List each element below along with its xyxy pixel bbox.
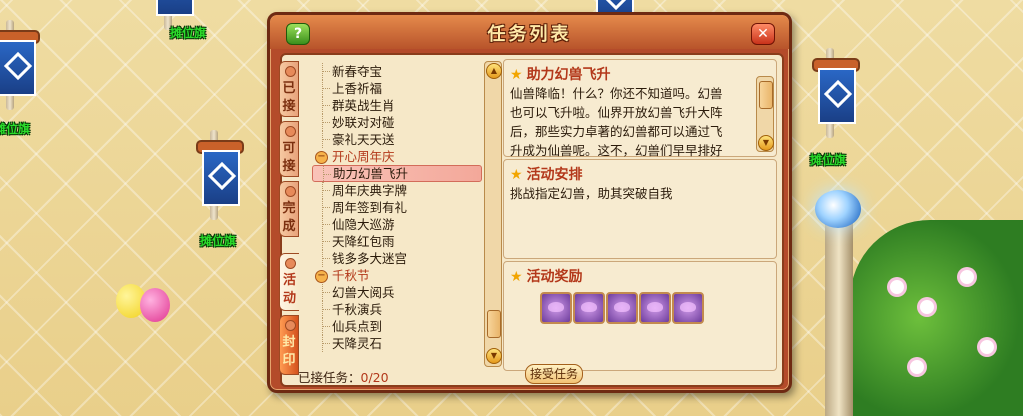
tab-label: 印 [282, 353, 296, 368]
category-label: 千秋节 [332, 268, 370, 283]
tab-seal[interactable]: 封 印 [279, 315, 299, 375]
stall-flag[interactable] [812, 48, 860, 148]
tab-available[interactable]: 可 接 [279, 121, 299, 177]
title-bar[interactable]: ? 任务列表 ✕ [270, 15, 789, 49]
tab-events[interactable]: 活 动 [279, 253, 299, 311]
tab-completed[interactable]: 完 成 [279, 181, 299, 237]
list-item[interactable]: 豪礼天天送 [312, 131, 482, 148]
accepted-count-label: 已接任务： [298, 370, 361, 385]
stall-label: 摊位旗 [170, 26, 207, 40]
list-item[interactable]: 新春夺宝 [312, 63, 482, 80]
tab-accepted[interactable]: 已 接 [279, 61, 299, 117]
reward-pet-egg-icon[interactable] [672, 292, 704, 324]
scroll-down-icon[interactable]: ▼ [758, 135, 774, 151]
stall-label: 摊位旗 [0, 122, 31, 136]
flower-icon [890, 280, 904, 294]
tab-dot-icon [285, 320, 296, 331]
arrangement-text: 挑战指定幻兽，助其突破自我 [510, 186, 673, 201]
scroll-up-icon[interactable]: ▲ [486, 63, 502, 79]
list-item[interactable]: 周年签到有礼 [312, 199, 482, 216]
crystal-orb-icon [815, 190, 861, 228]
stall-label: 摊位旗 [810, 153, 847, 167]
window-title: 任务列表 [487, 24, 572, 45]
detail-title-row: ★ 助力幻兽飞升 [510, 64, 611, 84]
detail-line: 仙兽降临！什么？你还不知道吗。幻兽 [510, 86, 723, 101]
tab-label: 动 [282, 291, 296, 306]
pink-balloon-icon [140, 288, 170, 322]
tab-dot-icon [285, 186, 296, 197]
detail-section: ★ 助力幻兽飞升 仙兽降临！什么？你还不知道吗。幻兽 也可以飞升啦。仙界开放幻兽飞… [503, 59, 777, 160]
list-item[interactable]: 钱多多大迷宫 [312, 250, 482, 267]
orb-statue[interactable] [795, 190, 885, 416]
detail-line: 也可以飞升啦。仙界开放幻兽飞升大阵 [510, 105, 723, 120]
stall-flag[interactable] [0, 20, 40, 120]
detail-text: 仙兽降临！什么？你还不知道吗。幻兽 也可以飞升啦。仙界开放幻兽飞升大阵 后，那些… [510, 84, 723, 160]
list-item[interactable]: 幻兽大阅兵 [312, 284, 482, 301]
stall-label: 摊位旗 [200, 234, 237, 248]
reward-slots [540, 292, 710, 324]
detail-line: 后，那些实力卓著的幻兽都可以通过飞 [510, 124, 723, 139]
scroll-thumb[interactable] [487, 310, 501, 338]
scroll-down-icon[interactable]: ▼ [486, 348, 502, 364]
rewards-title-row: ★ 活动奖励 [510, 266, 583, 286]
star-icon: ★ [510, 269, 523, 285]
flower-icon [920, 300, 934, 314]
detail-title: 助力幻兽飞升 [526, 67, 611, 83]
list-item[interactable]: 天降红包雨 [312, 233, 482, 250]
list-item[interactable]: 仙兵点到 [312, 318, 482, 335]
reward-pet-egg-icon[interactable] [606, 292, 638, 324]
tab-dot-icon [285, 258, 296, 269]
accept-task-button[interactable]: 接受任务 [525, 364, 583, 384]
flower-icon [910, 360, 924, 374]
reward-pet-egg-icon[interactable] [540, 292, 572, 324]
tab-label: 已 [282, 81, 296, 96]
list-item[interactable]: 妙联对对碰 [312, 114, 482, 131]
category-label: 开心周年庆 [332, 149, 395, 164]
tab-label: 活 [282, 273, 296, 288]
tab-label: 接 [282, 159, 296, 174]
rewards-title: 活动奖励 [526, 269, 583, 285]
arrangement-title-row: ★ 活动安排 [510, 164, 583, 184]
tab-label: 封 [282, 335, 296, 350]
accepted-count: 已接任务：0/20 [298, 367, 389, 386]
flower-icon [960, 270, 974, 284]
detail-scrollbar[interactable]: ▼ [756, 76, 774, 152]
collapse-icon[interactable]: − [315, 270, 328, 283]
reward-pet-egg-icon[interactable] [639, 292, 671, 324]
list-item[interactable]: 千秋演兵 [312, 301, 482, 318]
rewards-section: ★ 活动奖励 [503, 261, 777, 371]
accepted-count-value: 0/20 [360, 370, 389, 385]
window-body: 已 接 可 接 完 成 活 动 封 印 新春夺宝 上香祈福 群英战生肖 妙联对对… [279, 53, 784, 387]
stall-flag[interactable] [196, 130, 244, 230]
list-item[interactable]: 群英战生肖 [312, 97, 482, 114]
tab-dot-icon [285, 126, 296, 137]
scroll-thumb[interactable] [759, 81, 773, 109]
star-icon: ★ [510, 167, 523, 183]
arrangement-title: 活动安排 [526, 167, 583, 183]
task-list-window: ? 任务列表 ✕ 已 接 可 接 完 成 活 动 封 印 新春夺宝 上香祈福 群… [267, 12, 792, 393]
list-item[interactable]: 天降灵石 [312, 335, 482, 352]
balloons[interactable] [112, 284, 182, 364]
star-icon: ★ [510, 67, 523, 83]
list-item-selected[interactable]: 助力幻兽飞升 [312, 165, 482, 183]
arrangement-section: ★ 活动安排 挑战指定幻兽，助其突破自我 [503, 159, 777, 259]
list-scrollbar[interactable]: ▲ ▼ [484, 61, 502, 367]
tab-label: 成 [282, 219, 296, 234]
task-list: 新春夺宝 上香祈福 群英战生肖 妙联对对碰 豪礼天天送 − 开心周年庆 助力幻兽飞… [312, 63, 482, 367]
reward-pet-egg-icon[interactable] [573, 292, 605, 324]
list-item[interactable]: 上香祈福 [312, 80, 482, 97]
tab-label: 可 [282, 141, 296, 156]
tab-label: 接 [282, 99, 296, 114]
tab-dot-icon [285, 66, 296, 77]
collapse-icon[interactable]: − [315, 151, 328, 164]
close-button[interactable]: ✕ [751, 23, 775, 45]
tab-label: 完 [282, 201, 296, 216]
list-category[interactable]: − 开心周年庆 [312, 148, 482, 165]
list-category[interactable]: − 千秋节 [312, 267, 482, 284]
list-item[interactable]: 仙隐大巡游 [312, 216, 482, 233]
detail-line: 升成为仙兽呢。这不，幻兽们早早排好 [510, 143, 723, 158]
flower-icon [980, 340, 994, 354]
list-item[interactable]: 周年庆典字牌 [312, 182, 482, 199]
